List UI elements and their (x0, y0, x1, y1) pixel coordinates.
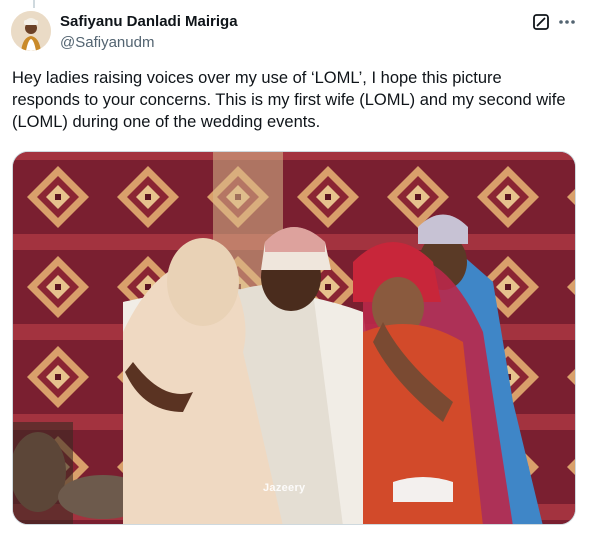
author-avatar[interactable] (11, 11, 51, 51)
photo-watermark: Jazeery (263, 482, 306, 494)
wedding-photo-icon (13, 152, 575, 524)
thread-connector-line (33, 0, 35, 8)
tweet-text: Hey ladies raising voices over my use of… (12, 69, 566, 131)
grok-icon[interactable] (532, 13, 550, 31)
author-name[interactable]: Safiyanu Danladi Mairiga (60, 13, 238, 30)
more-options-icon[interactable] (556, 12, 578, 32)
profile-photo-icon (11, 11, 51, 51)
author-handle[interactable]: @Safiyanudm (60, 34, 154, 51)
tweet-media-photo[interactable]: Jazeery (12, 151, 576, 525)
